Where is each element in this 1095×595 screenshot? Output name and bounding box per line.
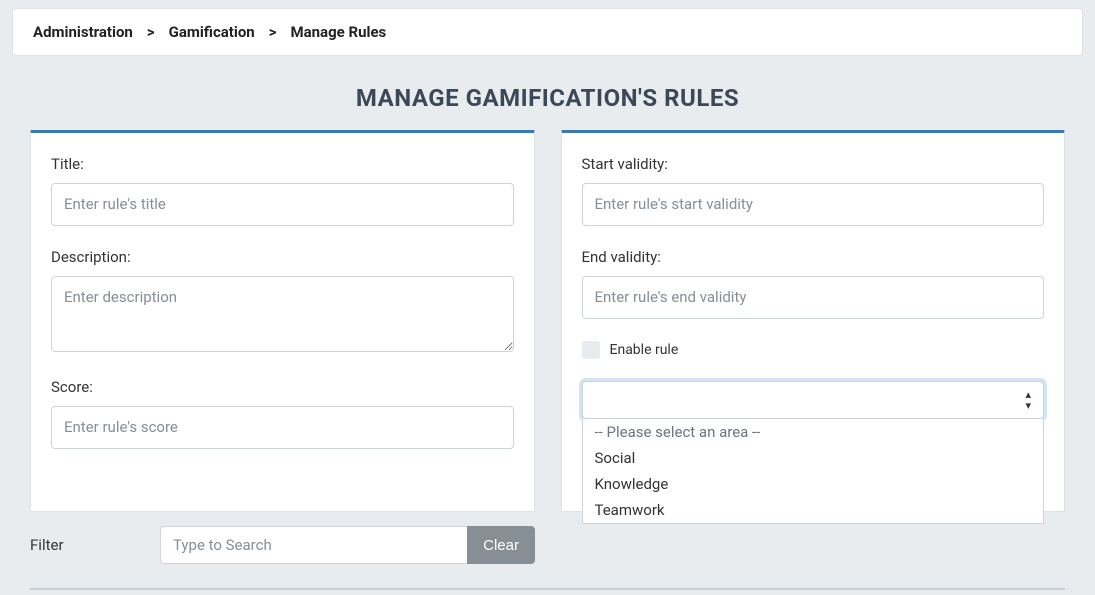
filter-input[interactable] — [160, 526, 467, 564]
start-validity-label: Start validity: — [582, 155, 1045, 173]
filter-label: Filter — [30, 536, 160, 554]
chevron-right-icon: > — [147, 23, 155, 41]
chevron-right-icon: > — [269, 23, 277, 41]
area-option-placeholder[interactable]: -- Please select an area -- — [583, 419, 1044, 445]
end-validity-label: End validity: — [582, 248, 1045, 266]
description-label: Description: — [51, 248, 514, 266]
area-option-social[interactable]: Social — [583, 445, 1044, 471]
breadcrumb-item-administration[interactable]: Administration — [33, 23, 133, 41]
enable-rule-checkbox[interactable] — [582, 341, 600, 359]
score-input[interactable] — [51, 406, 514, 449]
area-option-teamwork[interactable]: Teamwork — [583, 497, 1044, 523]
breadcrumb-item-gamification[interactable]: Gamification — [169, 23, 255, 41]
panel-right: Start validity: End validity: Enable rul… — [561, 130, 1066, 512]
title-label: Title: — [51, 155, 514, 173]
area-option-knowledge[interactable]: Knowledge — [583, 471, 1044, 497]
chevron-updown-icon: ▴▾ — [1025, 389, 1031, 411]
clear-button[interactable]: Clear — [467, 526, 535, 564]
score-label: Score: — [51, 378, 514, 396]
area-select[interactable]: ▴▾ — [582, 381, 1045, 419]
page-title: MANAGE GAMIFICATION'S RULES — [0, 84, 1095, 112]
start-validity-input[interactable] — [582, 183, 1045, 226]
panel-left: Title: Description: Score: — [30, 130, 535, 512]
end-validity-input[interactable] — [582, 276, 1045, 319]
description-input[interactable] — [51, 276, 514, 352]
title-input[interactable] — [51, 183, 514, 226]
area-dropdown-list: -- Please select an area -- Social Knowl… — [582, 419, 1045, 524]
breadcrumb-item-manage-rules[interactable]: Manage Rules — [290, 23, 386, 41]
divider — [30, 588, 1065, 590]
breadcrumb: Administration > Gamification > Manage R… — [12, 8, 1083, 56]
enable-rule-label: Enable rule — [610, 342, 679, 358]
